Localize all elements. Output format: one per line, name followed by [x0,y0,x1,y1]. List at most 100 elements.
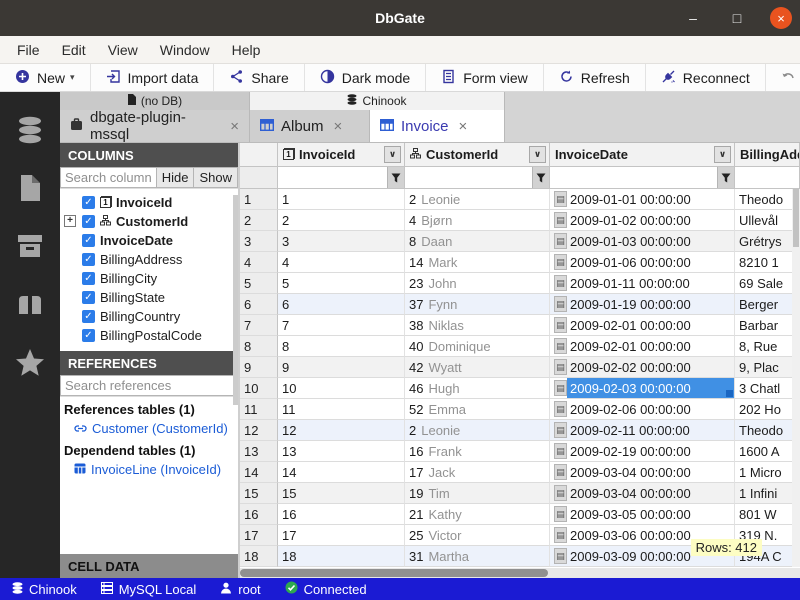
invoiceid-cell[interactable]: 13 [278,441,405,462]
row-number-cell[interactable]: 6 [240,294,278,315]
detail-icon[interactable]: ▤ [554,296,567,312]
chevron-down-icon[interactable]: ∨ [714,146,731,163]
checkbox-checked-icon[interactable]: ✓ [82,310,95,323]
invoicedate-cell[interactable]: ▤ 2009-01-11 00:00:00 [550,273,735,294]
cell-data-panel-header[interactable]: CELL DATA [60,554,238,578]
invoiceid-cell[interactable]: 4 [278,252,405,273]
statusbar-database[interactable]: Chinook [0,582,89,597]
minimize-button[interactable]: – [682,10,704,26]
billingaddress-cell[interactable]: Theodo [735,189,800,210]
checkbox-checked-icon[interactable]: ✓ [82,329,95,342]
dark-mode-button[interactable]: Dark mode [305,64,426,91]
billingaddress-cell[interactable]: Barbar [735,315,800,336]
invoicedate-cell[interactable]: ▤ 2009-02-03 00:00:00 [550,378,735,399]
billingaddress-cell[interactable]: Grétrys [735,231,800,252]
row-number-cell[interactable]: 2 [240,210,278,231]
detail-icon[interactable]: ▤ [554,359,567,375]
customerid-cell[interactable]: 42 Wyatt [405,357,550,378]
invoiceid-cell[interactable]: 11 [278,399,405,420]
detail-icon[interactable]: ▤ [554,275,567,291]
row-number-cell[interactable]: 17 [240,525,278,546]
detail-icon[interactable]: ▤ [554,443,567,459]
scrollbar-thumb[interactable] [793,189,799,247]
column-item-billingcity[interactable]: ✓ BillingCity [60,269,238,288]
chevron-down-icon[interactable]: ∨ [529,146,546,163]
statusbar-connection[interactable]: MySQL Local [89,582,209,597]
customerid-cell[interactable]: 19 Tim [405,483,550,504]
invoiceid-cell[interactable]: 18 [278,546,405,567]
customerid-cell[interactable]: 40 Dominique [405,336,550,357]
invoiceid-cell[interactable]: 1 [278,189,405,210]
close-icon[interactable]: × [459,118,468,135]
filter-input-customerid[interactable] [405,167,532,188]
filter-funnel-icon[interactable] [717,167,734,188]
column-header-customerid[interactable]: CustomerId ∨ [405,143,550,167]
hide-button[interactable]: Hide [157,167,195,188]
billingaddress-cell[interactable]: 1600 A [735,441,800,462]
share-button[interactable]: Share [214,64,304,91]
customerid-cell[interactable]: 23 John [405,273,550,294]
row-number-cell[interactable]: 8 [240,336,278,357]
row-number-cell[interactable]: 3 [240,231,278,252]
menu-window[interactable]: Window [149,42,221,58]
invoiceid-cell[interactable]: 7 [278,315,405,336]
customerid-cell[interactable]: 17 Jack [405,462,550,483]
horizontal-scrollbar[interactable] [240,568,800,578]
invoiceid-cell[interactable]: 2 [278,210,405,231]
invoicedate-cell[interactable]: ▤ 2009-03-04 00:00:00 [550,483,735,504]
close-button[interactable]: × [770,7,792,29]
customerid-cell[interactable]: 16 Frank [405,441,550,462]
checkbox-checked-icon[interactable]: ✓ [82,291,95,304]
statusbar-status[interactable]: Connected [273,581,379,597]
invoicedate-cell[interactable]: ▤ 2009-01-01 00:00:00 [550,189,735,210]
invoiceid-cell[interactable]: 15 [278,483,405,504]
row-number-cell[interactable]: 5 [240,273,278,294]
checkbox-checked-icon[interactable]: ✓ [82,234,95,247]
billingaddress-cell[interactable]: 3 Chatl [735,378,800,399]
invoiceid-cell[interactable]: 14 [278,462,405,483]
column-header-billingaddress[interactable]: BillingAddress [735,143,800,167]
row-number-cell[interactable]: 4 [240,252,278,273]
billingaddress-cell[interactable]: Theodo [735,420,800,441]
invoicedate-cell[interactable]: ▤ 2009-02-11 00:00:00 [550,420,735,441]
checkbox-checked-icon[interactable]: ✓ [82,215,95,228]
invoiceid-cell[interactable]: 16 [278,504,405,525]
refresh-button[interactable]: Refresh [544,64,646,91]
billingaddress-cell[interactable]: Berger [735,294,800,315]
tab-invoice[interactable]: Invoice × [370,110,505,142]
maximize-button[interactable]: □ [726,10,748,26]
checkbox-checked-icon[interactable]: ✓ [82,196,95,209]
customerid-cell[interactable]: 14 Mark [405,252,550,273]
show-button[interactable]: Show [194,167,238,188]
detail-icon[interactable]: ▤ [554,401,567,417]
detail-icon[interactable]: ▤ [554,464,567,480]
detail-icon[interactable]: ▤ [554,506,567,522]
customerid-cell[interactable]: 37 Fynn [405,294,550,315]
column-header-invoicedate[interactable]: InvoiceDate ∨ [550,143,735,167]
customerid-cell[interactable]: 25 Victor [405,525,550,546]
detail-icon[interactable]: ▤ [554,317,567,333]
billingaddress-cell[interactable]: 8210 1 [735,252,800,273]
billingaddress-cell[interactable]: 1 Infini [735,483,800,504]
tab-album[interactable]: Album × [250,110,370,142]
row-number-cell[interactable]: 16 [240,504,278,525]
form-view-button[interactable]: Form view [426,64,544,91]
billingaddress-cell[interactable]: Ullevål [735,210,800,231]
invoicedate-cell[interactable]: ▤ 2009-01-06 00:00:00 [550,252,735,273]
invoicedate-cell[interactable]: ▤ 2009-02-01 00:00:00 [550,315,735,336]
row-number-cell[interactable]: 14 [240,462,278,483]
invoiceid-cell[interactable]: 6 [278,294,405,315]
invoicedate-cell[interactable]: ▤ 2009-02-06 00:00:00 [550,399,735,420]
filter-input-billingaddress[interactable] [735,167,799,188]
menu-help[interactable]: Help [221,42,272,58]
search-references-input[interactable] [60,375,238,396]
customerid-cell[interactable]: 46 Hugh [405,378,550,399]
row-number-cell[interactable]: 7 [240,315,278,336]
detail-icon[interactable]: ▤ [554,380,567,396]
filter-input-invoicedate[interactable] [550,167,717,188]
customerid-cell[interactable]: 31 Martha [405,546,550,567]
column-item-billingpostalcode[interactable]: ✓ BillingPostalCode [60,326,238,345]
detail-icon[interactable]: ▤ [554,548,567,564]
checkbox-checked-icon[interactable]: ✓ [82,272,95,285]
rail-star-button[interactable] [0,334,60,392]
